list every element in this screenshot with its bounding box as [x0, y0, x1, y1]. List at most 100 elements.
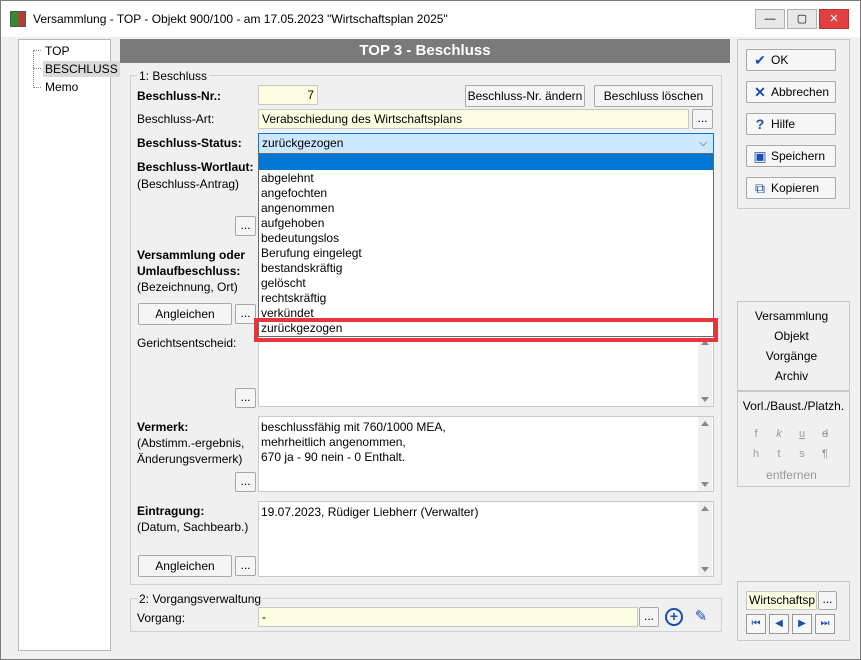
angleichen-button-1[interactable]: Angleichen: [138, 303, 232, 325]
gerichtsentscheid-label: Gerichtsentscheid:: [137, 336, 237, 350]
app-icon: [10, 11, 26, 27]
vermerk-browse-button[interactable]: ...: [235, 472, 256, 492]
status-combobox-value: zurückgezogen: [262, 136, 344, 150]
format-k[interactable]: k: [772, 428, 786, 440]
annotation-highlight-box: [254, 318, 718, 342]
vorgang-label: Vorgang:: [137, 611, 186, 625]
versammlung-label-line1: Versammlung oder: [137, 248, 246, 262]
format-u[interactable]: u: [795, 428, 809, 440]
vermerk-label: Vermerk:: [137, 420, 189, 434]
versammlung-sublabel: (Bezeichnung, Ort): [137, 280, 238, 294]
entfernen-link[interactable]: entfernen: [737, 467, 846, 483]
edit-pencil-icon[interactable]: ✎: [691, 607, 711, 627]
cancel-button[interactable]: ✕ Abbrechen: [746, 81, 836, 103]
vermerk-field[interactable]: beschlussfähig mit 760/1000 MEA, mehrhei…: [258, 416, 714, 492]
wirtschaftsplan-field[interactable]: Wirtschaftsp: [746, 591, 817, 610]
eintragung-field[interactable]: 19.07.2023, Rüdiger Liebherr (Verwalter): [258, 501, 714, 577]
link-versammlung[interactable]: Versammlung: [737, 308, 846, 324]
tree-view: TOP BESCHLUSS Memo: [18, 39, 120, 651]
beschluss-art-label: Beschluss-Art:: [137, 112, 215, 126]
check-icon: ✔: [754, 52, 766, 68]
dropdown-option[interactable]: abgelehnt: [261, 171, 314, 186]
dropdown-option[interactable]: gelöscht: [261, 276, 306, 291]
save-button[interactable]: ▣ Speichern: [746, 145, 836, 167]
status-combobox[interactable]: zurückgezogen ⌵: [258, 133, 714, 154]
cancel-label: Abbrechen: [771, 85, 830, 99]
dropdown-option[interactable]: Berufung eingelegt: [261, 246, 362, 261]
wirtschaftsplan-browse-button[interactable]: ...: [818, 591, 837, 610]
format-t[interactable]: t: [772, 448, 786, 460]
eintragung-label: Eintragung:: [137, 504, 205, 518]
minimize-button[interactable]: —: [755, 9, 785, 29]
eintragung-browse-button[interactable]: ...: [235, 556, 256, 576]
tree-item-memo[interactable]: Memo: [43, 79, 80, 95]
last-record-icon[interactable]: ⏭: [815, 614, 835, 634]
vermerk-sublabel-1: (Abstimm.-ergebnis,: [137, 436, 245, 450]
wortlaut-label: Beschluss-Wortlaut:: [137, 160, 254, 174]
vorgang-field[interactable]: -: [258, 607, 638, 627]
vermerk-sublabel-2: Änderungsvermerk): [137, 452, 243, 466]
window-title: Versammlung - TOP - Objekt 900/100 - am …: [33, 12, 448, 26]
status-dropdown-list: abgelehnt angefochten angenommen aufgeho…: [258, 153, 714, 337]
section-beschluss-title: 1: Beschluss: [137, 68, 210, 84]
beschluss-art-field[interactable]: Verabschiedung des Wirtschaftsplans: [258, 109, 689, 129]
maximize-button[interactable]: ▢: [787, 9, 817, 29]
gerichtsentscheid-field[interactable]: [258, 335, 714, 407]
vorl-link[interactable]: Vorl./Baust./Platzh.: [739, 398, 848, 414]
copy-icon: ⧉: [755, 180, 765, 196]
format-h[interactable]: h: [749, 448, 763, 460]
art-browse-button[interactable]: ...: [692, 109, 713, 129]
change-nr-button[interactable]: Beschluss-Nr. ändern: [465, 85, 585, 107]
save-label: Speichern: [771, 149, 826, 163]
vermerk-scrollbar[interactable]: [698, 417, 712, 491]
floppy-icon: ▣: [753, 148, 767, 164]
gericht-scrollbar[interactable]: [698, 336, 712, 406]
main-window: Versammlung - TOP - Objekt 900/100 - am …: [0, 0, 861, 660]
ok-label: OK: [771, 53, 789, 67]
help-label: Hilfe: [771, 117, 796, 131]
wortlaut-browse-button[interactable]: ...: [235, 216, 256, 236]
link-objekt[interactable]: Objekt: [737, 328, 846, 344]
beschluss-nr-label: Beschluss-Nr.:: [137, 89, 222, 103]
format-pilcrow[interactable]: ¶: [818, 448, 832, 460]
chevron-down-icon[interactable]: ⌵: [699, 134, 707, 153]
eintragung-scrollbar[interactable]: [698, 502, 712, 576]
first-record-icon[interactable]: ⏮: [746, 614, 766, 634]
link-vorgaenge[interactable]: Vorgänge: [737, 348, 846, 364]
ok-button[interactable]: ✔ OK: [746, 49, 836, 71]
format-s[interactable]: s: [795, 448, 809, 460]
cross-icon: ✕: [754, 84, 766, 100]
angleichen-button-2[interactable]: Angleichen: [138, 555, 232, 577]
copy-label: Kopieren: [771, 181, 820, 195]
gericht-browse-button[interactable]: ...: [235, 388, 256, 408]
close-button[interactable]: ✕: [819, 9, 849, 29]
help-button[interactable]: ? Hilfe: [746, 113, 836, 135]
tree-item-top[interactable]: TOP: [43, 43, 71, 59]
vorgang-browse-button[interactable]: ...: [639, 607, 659, 627]
dropdown-option[interactable]: rechtskräftig: [261, 291, 326, 306]
page-title: TOP 3 - Beschluss: [120, 39, 730, 63]
previous-record-icon[interactable]: ◀: [769, 614, 789, 634]
tree-item-beschluss[interactable]: BESCHLUSS: [43, 61, 120, 77]
wortlaut-sublabel: (Beschluss-Antrag): [137, 177, 240, 191]
eintragung-sublabel: (Datum, Sachbearb.): [137, 520, 249, 534]
add-vorgang-icon[interactable]: +: [665, 608, 683, 626]
versammlung-browse-button[interactable]: ...: [235, 304, 256, 324]
dropdown-option[interactable]: bestandskräftig: [261, 261, 342, 276]
next-record-icon[interactable]: ▶: [792, 614, 812, 634]
versammlung-label-line2: Umlaufbeschluss:: [137, 264, 241, 278]
dropdown-option[interactable]: angefochten: [261, 186, 327, 201]
question-icon: ?: [755, 116, 765, 132]
delete-beschluss-button[interactable]: Beschluss löschen: [594, 85, 713, 107]
dropdown-highlight-row[interactable]: [259, 154, 713, 170]
beschluss-status-label: Beschluss-Status:: [137, 136, 242, 150]
dropdown-option[interactable]: bedeutungslos: [261, 231, 339, 246]
format-f[interactable]: f: [749, 428, 763, 440]
beschluss-nr-field[interactable]: 7: [258, 85, 318, 105]
dropdown-option[interactable]: angenommen: [261, 201, 334, 216]
copy-button[interactable]: ⧉ Kopieren: [746, 177, 836, 199]
dropdown-option[interactable]: aufgehoben: [261, 216, 324, 231]
link-archiv[interactable]: Archiv: [737, 368, 846, 384]
title-bar: Versammlung - TOP - Objekt 900/100 - am …: [1, 1, 860, 37]
format-d[interactable]: d: [818, 428, 832, 440]
